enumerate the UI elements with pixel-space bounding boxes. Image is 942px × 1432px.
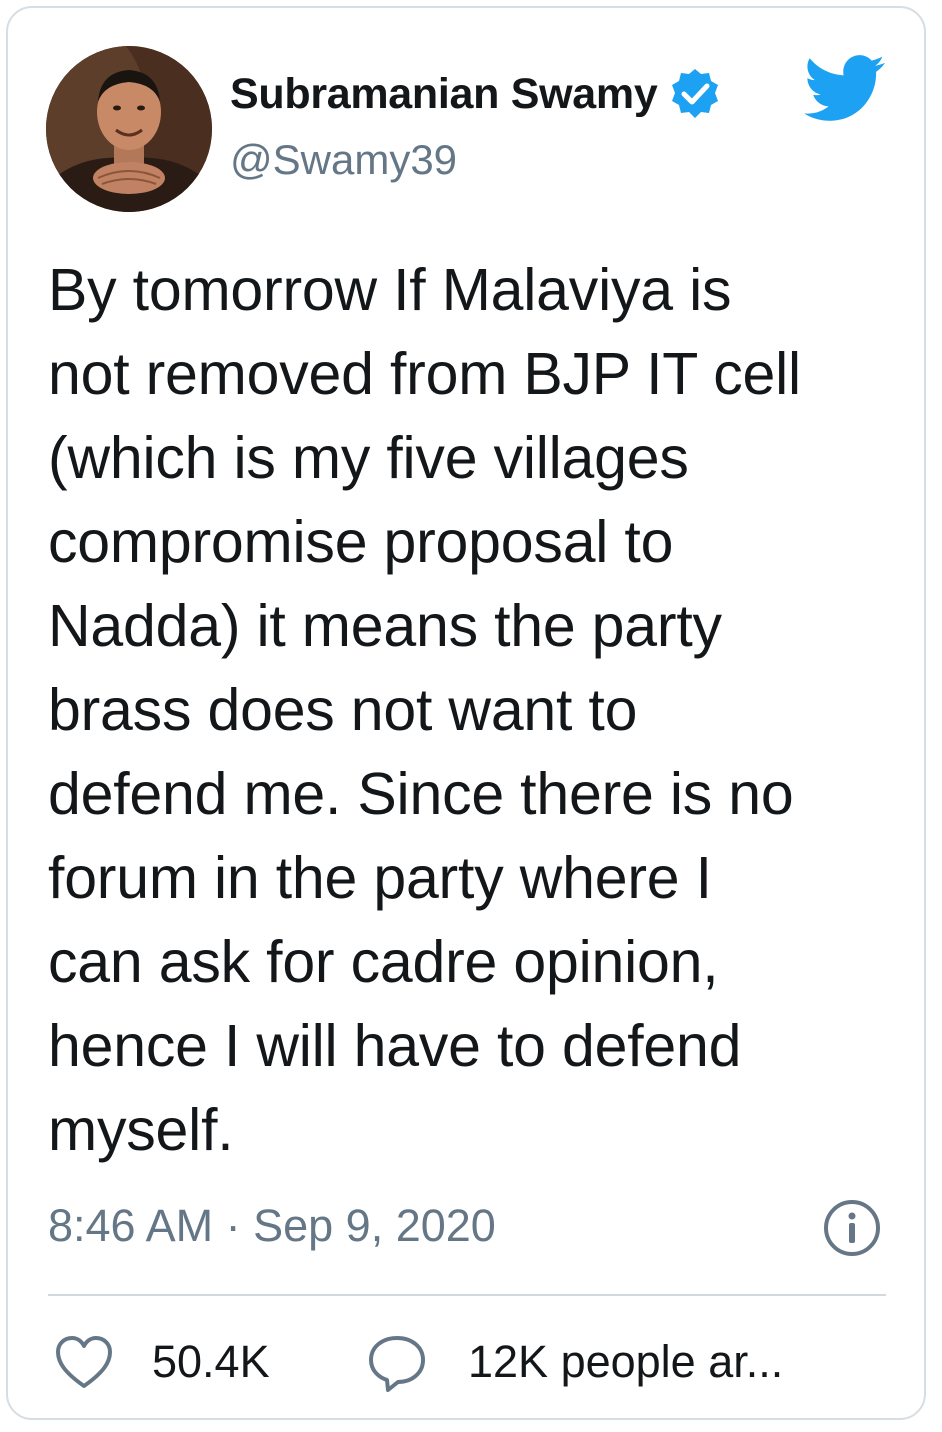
user-name-row: Subramanian Swamy (230, 66, 723, 122)
like-count[interactable]: 50.4K (152, 1336, 270, 1388)
user-handle[interactable]: @Swamy39 (230, 136, 457, 184)
tweet-actions: 50.4K 12K people ar... (48, 1330, 908, 1400)
heart-icon[interactable] (54, 1334, 114, 1390)
tweet-text: By tomorrow If Malaviya is not removed f… (48, 257, 801, 1163)
tweet-card: Subramanian Swamy @Swamy39 By tomorrow I… (6, 6, 926, 1420)
divider (48, 1294, 886, 1296)
twitter-bird-icon[interactable] (804, 54, 886, 124)
display-name[interactable]: Subramanian Swamy (230, 70, 658, 119)
avatar[interactable] (46, 46, 212, 212)
info-icon[interactable] (822, 1198, 882, 1258)
verified-badge-icon (667, 66, 723, 122)
tweet-timestamp[interactable]: 8:46 AM · Sep 9, 2020 (48, 1200, 496, 1252)
profile-photo-icon (46, 46, 212, 212)
speech-bubble-icon[interactable] (366, 1332, 428, 1394)
talking-about-link[interactable]: 12K people ar... (468, 1336, 783, 1388)
